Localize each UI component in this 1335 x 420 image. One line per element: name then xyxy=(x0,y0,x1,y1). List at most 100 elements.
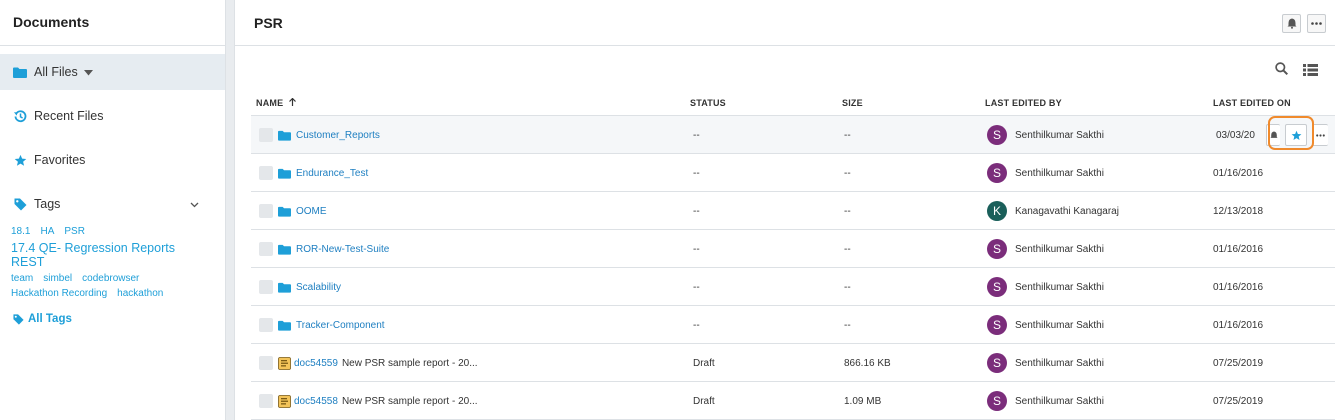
tag-link[interactable]: HA xyxy=(40,226,54,237)
row-checkbox[interactable] xyxy=(259,356,273,370)
tag-link[interactable]: REST xyxy=(11,255,44,269)
column-last-edited-by[interactable]: LAST EDITED BY xyxy=(985,98,1062,108)
document-id-link[interactable]: doc54558 xyxy=(294,396,338,407)
folder-name-link[interactable]: Scalability xyxy=(296,282,341,293)
sidebar-title: Documents xyxy=(0,0,225,46)
sidebar-item-all-files[interactable]: All Files xyxy=(0,54,225,90)
column-last-edited-on[interactable]: LAST EDITED ON xyxy=(1213,98,1291,108)
status-cell: -- xyxy=(693,167,700,179)
avatar: S xyxy=(987,315,1007,335)
status-cell: Draft xyxy=(693,395,715,407)
more-options-button[interactable] xyxy=(1307,14,1326,33)
status-cell: -- xyxy=(693,243,700,255)
date-cell: 07/25/2019 xyxy=(1213,357,1264,369)
table-row[interactable]: ROR-New-Test-Suite -- -- S Senthilkumar … xyxy=(251,230,1335,268)
folder-name-link[interactable]: OOME xyxy=(296,206,327,217)
favorite-button[interactable] xyxy=(1285,124,1307,146)
tag-link[interactable]: simbel xyxy=(43,273,72,284)
size-cell: -- xyxy=(844,167,851,179)
row-checkbox[interactable] xyxy=(259,394,273,408)
tag-link[interactable]: codebrowser xyxy=(82,273,139,284)
editor-name: Senthilkumar Sakthi xyxy=(1015,243,1104,255)
document-title[interactable]: New PSR sample report - 20... xyxy=(342,358,478,369)
editor-name: Senthilkumar Sakthi xyxy=(1015,129,1104,141)
star-icon xyxy=(1291,130,1302,141)
folder-icon xyxy=(12,67,28,78)
document-title[interactable]: New PSR sample report - 20... xyxy=(342,396,478,407)
main-header: PSR xyxy=(235,0,1335,46)
tag-link[interactable]: PSR xyxy=(64,226,85,237)
bell-icon xyxy=(1269,131,1278,140)
folder-name-link[interactable]: Endurance_Test xyxy=(296,168,368,179)
editor-name: Senthilkumar Sakthi xyxy=(1015,357,1104,369)
caret-down-icon[interactable] xyxy=(83,65,93,79)
search-icon[interactable] xyxy=(1275,62,1289,80)
folder-name-link[interactable]: Customer_Reports xyxy=(296,130,380,141)
table-row[interactable]: OOME -- -- K Kanagavathi Kanagaraj 12/13… xyxy=(251,192,1335,230)
editor-name: Senthilkumar Sakthi xyxy=(1015,395,1104,407)
sort-up-icon xyxy=(289,97,296,108)
column-status[interactable]: STATUS xyxy=(690,98,726,108)
editor-name: Senthilkumar Sakthi xyxy=(1015,319,1104,331)
column-name[interactable]: NAME xyxy=(256,97,296,108)
folder-icon xyxy=(278,320,291,331)
date-cell: 03/03/20 xyxy=(1216,129,1255,141)
row-checkbox[interactable] xyxy=(259,204,273,218)
row-checkbox[interactable] xyxy=(259,280,273,294)
tag-link[interactable]: team xyxy=(11,273,33,284)
all-tags-label: All Tags xyxy=(28,313,72,325)
more-icon xyxy=(1311,22,1322,25)
sidebar-item-recent-files[interactable]: Recent Files xyxy=(0,98,225,134)
avatar: S xyxy=(987,239,1007,259)
avatar: S xyxy=(987,353,1007,373)
avatar: S xyxy=(987,391,1007,411)
sidebar-item-favorites[interactable]: Favorites xyxy=(0,142,225,178)
avatar: S xyxy=(987,277,1007,297)
sidebar-item-label: Favorites xyxy=(34,153,86,167)
sidebar-item-label: Recent Files xyxy=(34,109,104,123)
all-tags-link[interactable]: All Tags xyxy=(0,313,225,325)
folder-icon xyxy=(278,244,291,255)
sidebar-item-tags[interactable]: Tags xyxy=(0,186,225,222)
folder-name-link[interactable]: ROR-New-Test-Suite xyxy=(296,244,389,255)
size-cell: -- xyxy=(844,319,851,331)
sidebar-item-label: All Files xyxy=(34,65,78,79)
editor-name: Senthilkumar Sakthi xyxy=(1015,167,1104,179)
tag-link[interactable]: Hackathon Recording xyxy=(11,288,107,299)
status-cell: Draft xyxy=(693,357,715,369)
table-row[interactable]: Scalability -- -- S Senthilkumar Sakthi … xyxy=(251,268,1335,306)
editor-name: Kanagavathi Kanagaraj xyxy=(1015,205,1119,217)
table-row[interactable]: doc54558 New PSR sample report - 20... D… xyxy=(251,382,1335,420)
status-cell: -- xyxy=(693,319,700,331)
tag-link[interactable]: 18.1 xyxy=(11,226,30,237)
column-size[interactable]: SIZE xyxy=(842,98,863,108)
tag-link[interactable]: 17.4 QE- Regression Reports xyxy=(11,241,175,255)
document-id-link[interactable]: doc54559 xyxy=(294,358,338,369)
row-more-button[interactable] xyxy=(1312,124,1328,146)
row-checkbox[interactable] xyxy=(259,166,273,180)
table-row[interactable]: doc54559 New PSR sample report - 20... D… xyxy=(251,344,1335,382)
editor-name: Senthilkumar Sakthi xyxy=(1015,281,1104,293)
tag-icon xyxy=(13,313,24,325)
folder-icon xyxy=(278,130,291,141)
size-cell: -- xyxy=(844,281,851,293)
tag-link[interactable]: hackathon xyxy=(117,288,163,299)
row-checkbox[interactable] xyxy=(259,128,273,142)
list-view-icon[interactable] xyxy=(1303,63,1318,81)
row-checkbox[interactable] xyxy=(259,242,273,256)
main-panel: PSR NAME STATUS SIZE LAST EDITED BY LAST… xyxy=(234,0,1335,420)
chevron-down-icon[interactable] xyxy=(190,197,199,211)
folder-name-link[interactable]: Tracker-Component xyxy=(296,320,385,331)
date-cell: 12/13/2018 xyxy=(1213,205,1264,217)
row-checkbox[interactable] xyxy=(259,318,273,332)
avatar: S xyxy=(987,125,1007,145)
sidebar-item-label: Tags xyxy=(34,197,61,211)
folder-icon xyxy=(278,282,291,293)
table-row[interactable]: Endurance_Test -- -- S Senthilkumar Sakt… xyxy=(251,154,1335,192)
table-row[interactable]: Tracker-Component -- -- S Senthilkumar S… xyxy=(251,306,1335,344)
table-row[interactable]: Customer_Reports -- -- S Senthilkumar Sa… xyxy=(251,116,1335,154)
row-notify-button[interactable] xyxy=(1266,124,1280,146)
status-cell: -- xyxy=(693,129,700,141)
page-title: PSR xyxy=(254,15,283,31)
notifications-button[interactable] xyxy=(1282,14,1301,33)
